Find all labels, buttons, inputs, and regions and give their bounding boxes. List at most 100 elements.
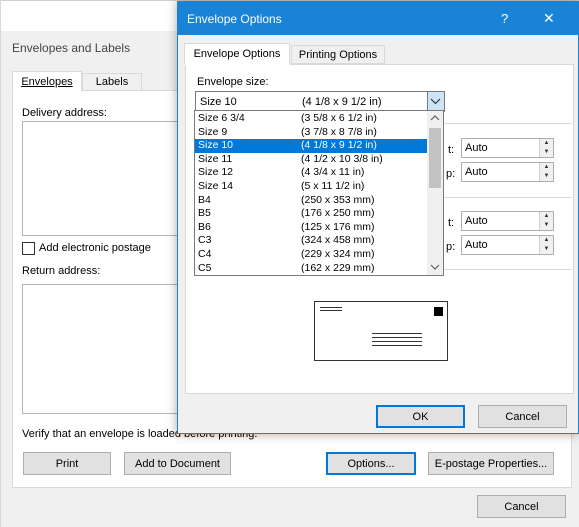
button-label: OK bbox=[412, 410, 429, 423]
return-from-top-spinner[interactable]: Auto ▲ ▼ bbox=[461, 235, 554, 255]
button-label: Add to Document bbox=[135, 457, 220, 470]
dialog-title: Envelope Options bbox=[187, 12, 282, 26]
field-label: p: bbox=[446, 168, 456, 180]
selected-size-name: Size 10 bbox=[200, 96, 237, 108]
field-label: p: bbox=[446, 241, 456, 253]
list-item[interactable]: Size 12 (4 3/4 x 11 in) bbox=[195, 166, 427, 180]
size-name: Size 12 bbox=[198, 166, 234, 179]
ok-button[interactable]: OK bbox=[376, 405, 465, 428]
delivery-address-line bbox=[372, 337, 422, 338]
list-item[interactable]: B5 (176 x 250 mm) bbox=[195, 207, 427, 221]
return-address-field[interactable] bbox=[22, 284, 182, 414]
tab-envelope-options[interactable]: Envelope Options bbox=[184, 43, 290, 65]
size-dims: (125 x 176 mm) bbox=[301, 220, 375, 233]
size-dims: (250 x 353 mm) bbox=[301, 193, 375, 206]
dropdown-button[interactable] bbox=[427, 92, 444, 111]
scrollbar-thumb[interactable] bbox=[429, 128, 441, 188]
size-name: C4 bbox=[198, 248, 212, 260]
list-item[interactable]: C3 (324 x 458 mm) bbox=[195, 234, 427, 248]
size-dims: (176 x 250 mm) bbox=[301, 207, 375, 220]
return-address-line bbox=[320, 310, 342, 311]
size-name: C3 bbox=[198, 234, 212, 247]
size-dims: (3 5/8 x 6 1/2 in) bbox=[301, 112, 377, 124]
spin-down-icon[interactable]: ▼ bbox=[539, 148, 553, 157]
return-address-label: Return address: bbox=[22, 265, 101, 277]
button-label: Cancel bbox=[504, 500, 539, 513]
list-item[interactable]: C4 (229 x 324 mm) bbox=[195, 248, 427, 262]
list-item[interactable]: Size 9 (3 7/8 x 8 7/8 in) bbox=[195, 126, 427, 140]
size-dims: (162 x 229 mm) bbox=[301, 261, 375, 274]
scroll-up-icon[interactable] bbox=[427, 113, 443, 123]
tab-printing-options[interactable]: Printing Options bbox=[291, 45, 385, 64]
envelope-size-label: Envelope size: bbox=[197, 76, 269, 88]
chevron-down-icon bbox=[430, 98, 441, 105]
list-item[interactable]: Size 6 3/4 (3 5/8 x 6 1/2 in) bbox=[195, 112, 427, 126]
list-item[interactable]: Size 11 (4 1/2 x 10 3/8 in) bbox=[195, 153, 427, 167]
help-icon[interactable]: ? bbox=[501, 11, 508, 26]
button-label: Cancel bbox=[505, 410, 540, 423]
size-name: Size 10 bbox=[198, 139, 234, 152]
size-dims: (5 x 11 1/2 in) bbox=[301, 180, 365, 192]
spin-up-icon[interactable]: ▲ bbox=[539, 139, 553, 148]
return-address-line bbox=[320, 307, 342, 308]
list-scrollbar[interactable] bbox=[427, 111, 443, 275]
spin-down-icon[interactable]: ▼ bbox=[539, 221, 553, 230]
return-from-left-spinner[interactable]: Auto ▲ ▼ bbox=[461, 211, 554, 231]
spin-down-icon[interactable]: ▼ bbox=[539, 245, 553, 254]
scroll-down-icon[interactable] bbox=[427, 262, 443, 272]
delivery-address-line bbox=[372, 345, 422, 346]
size-name: Size 9 bbox=[198, 125, 228, 138]
spin-up-icon[interactable]: ▲ bbox=[539, 236, 553, 245]
size-dims: (229 x 324 mm) bbox=[301, 248, 375, 260]
button-label: Options... bbox=[347, 457, 395, 470]
size-dims: (324 x 458 mm) bbox=[301, 234, 375, 247]
delivery-from-left-spinner[interactable]: Auto ▲ ▼ bbox=[461, 138, 554, 158]
group-divider bbox=[444, 269, 572, 270]
tab-envelopes[interactable]: Envelopes bbox=[12, 71, 82, 92]
size-name: B5 bbox=[198, 207, 211, 220]
group-divider bbox=[444, 123, 572, 124]
selected-size-dims: (4 1/8 x 9 1/2 in) bbox=[302, 96, 382, 108]
tab-labels[interactable]: Labels bbox=[82, 73, 142, 91]
button-label: E-postage Properties... bbox=[434, 457, 548, 470]
size-name: Size 6 3/4 bbox=[198, 112, 245, 124]
size-name: B6 bbox=[198, 220, 211, 233]
list-item[interactable]: Size 14 (5 x 11 1/2 in) bbox=[195, 180, 427, 194]
size-dims: (3 7/8 x 8 7/8 in) bbox=[301, 125, 377, 138]
dialog-title: Envelopes and Labels bbox=[12, 41, 131, 55]
size-dims: (4 3/4 x 11 in) bbox=[301, 166, 365, 179]
list-item[interactable]: Size 10 (4 1/8 x 9 1/2 in) bbox=[195, 139, 427, 153]
spinner-value: Auto bbox=[465, 142, 488, 154]
spin-down-icon[interactable]: ▼ bbox=[539, 172, 553, 181]
cancel-button[interactable]: Cancel bbox=[477, 495, 566, 518]
tab-label: Labels bbox=[95, 76, 129, 88]
spinner-value: Auto bbox=[465, 166, 488, 178]
print-button[interactable]: Print bbox=[23, 452, 111, 475]
field-label: t: bbox=[448, 144, 455, 156]
envelope-size-combobox[interactable]: Size 10 (4 1/8 x 9 1/2 in) bbox=[195, 91, 445, 112]
spin-up-icon[interactable]: ▲ bbox=[539, 212, 553, 221]
electronic-postage-label: Add electronic postage bbox=[39, 242, 151, 254]
delivery-address-line bbox=[372, 333, 422, 334]
e-postage-properties-button[interactable]: E-postage Properties... bbox=[428, 452, 554, 475]
delivery-address-field[interactable] bbox=[22, 121, 182, 236]
list-item[interactable]: C5 (162 x 229 mm) bbox=[195, 261, 427, 275]
tab-label: Envelope Options bbox=[193, 48, 281, 60]
add-to-document-button[interactable]: Add to Document bbox=[124, 452, 231, 475]
title-bar: Envelope Options ? ✕ bbox=[178, 2, 578, 35]
size-dims: (4 1/8 x 9 1/2 in) bbox=[301, 139, 377, 152]
button-label: Print bbox=[55, 457, 79, 470]
tab-label: Envelopes bbox=[21, 75, 73, 88]
spin-up-icon[interactable]: ▲ bbox=[539, 163, 553, 172]
envelope-size-list[interactable]: Size 6 3/4 (3 5/8 x 6 1/2 in) Size 9 (3 7/8… bbox=[194, 110, 444, 276]
spinner-value: Auto bbox=[465, 239, 488, 251]
field-label: t: bbox=[448, 217, 455, 229]
list-item[interactable]: B6 (125 x 176 mm) bbox=[195, 221, 427, 235]
delivery-from-top-spinner[interactable]: Auto ▲ ▼ bbox=[461, 162, 554, 182]
list-item[interactable]: B4 (250 x 353 mm) bbox=[195, 194, 427, 208]
size-name: Size 11 bbox=[198, 152, 233, 165]
electronic-postage-checkbox[interactable] bbox=[22, 242, 35, 255]
close-icon[interactable]: ✕ bbox=[543, 10, 555, 27]
options-button[interactable]: Options... bbox=[326, 452, 416, 475]
cancel-button[interactable]: Cancel bbox=[478, 405, 567, 428]
